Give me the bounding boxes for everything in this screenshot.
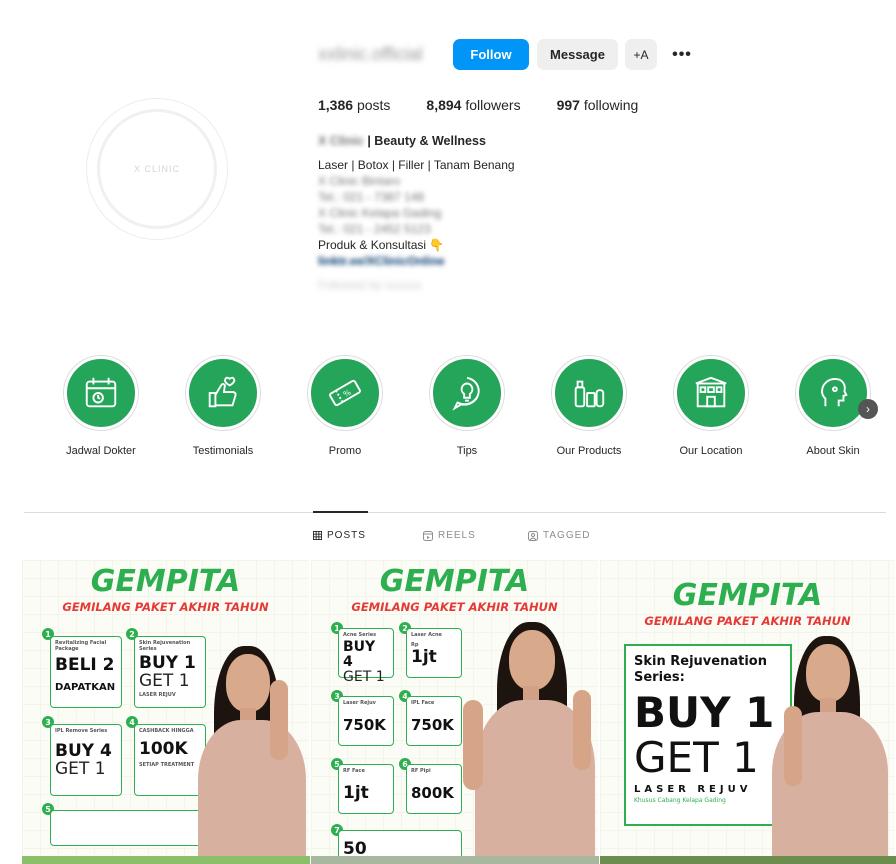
profile-stats: 1,386 posts 8,894 followers 997 followin…: [318, 97, 674, 113]
bio-services: Laser | Botox | Filler | Tanam Benang: [318, 158, 515, 172]
reels-icon: [423, 530, 433, 541]
calendar-icon: [64, 356, 138, 430]
highlight-promo[interactable]: % Promo: [290, 356, 400, 457]
promo-box: Laser Acne Rp 1jt: [406, 628, 462, 678]
promo-box: RF Pipi 800K: [406, 764, 462, 814]
post-subtitle: GEMILANG PAKET AKHIR TAHUN: [351, 600, 558, 614]
suggest-users-button[interactable]: +A: [625, 39, 657, 70]
grid-icon: [313, 531, 322, 540]
thumbs-up-icon: [186, 356, 260, 430]
more-icon: •••: [672, 45, 692, 63]
promo-box: Laser Rejuv 750K: [338, 696, 394, 746]
highlight-tips[interactable]: Tips: [412, 356, 522, 457]
tab-tagged[interactable]: TAGGED: [528, 530, 590, 541]
ticket-icon: %: [308, 356, 382, 430]
message-button[interactable]: Message: [537, 39, 618, 70]
promo-box: CASHBACK HINGGA 100K SETIAP TREATMENT: [134, 724, 206, 796]
post-title: GEMPITA: [90, 564, 241, 599]
face-icon: [796, 356, 870, 430]
add-user-icon: +A: [633, 47, 649, 62]
bio-line: Tel.: 021 - 2452 5123: [318, 222, 431, 236]
promo-box: IPL Remove Series BUY 4 GET 1: [50, 724, 122, 796]
promo-box: Skin Rejuvenation Series: BUY 1 GET 1 LA…: [624, 644, 792, 826]
tab-posts[interactable]: POSTS: [313, 530, 366, 541]
lightbulb-icon: [430, 356, 504, 430]
promo-box: [50, 810, 210, 846]
follow-button[interactable]: Follow: [453, 39, 529, 70]
tabs-divider: [24, 512, 886, 513]
highlight-our-products[interactable]: Our Products: [534, 356, 644, 457]
post-subtitle: GEMILANG PAKET AKHIR TAHUN: [644, 614, 851, 628]
bio-title: X Clinic | Beauty & Wellness: [318, 134, 486, 148]
highlight-jadwal-dokter[interactable]: Jadwal Dokter: [46, 356, 156, 457]
promo-box: Acne Series BUY 4 GET 1: [338, 628, 394, 685]
promo-box: IPL Face 750K: [406, 696, 462, 746]
post-title: GEMPITA: [672, 578, 823, 613]
post-thumbnail[interactable]: GEMPITA GEMILANG PAKET AKHIR TAHUN 1 Acn…: [311, 560, 599, 864]
promo-box: Skin Rejuvenation Series BUY 1 GET 1 LAS…: [134, 636, 206, 708]
more-options-button[interactable]: •••: [664, 39, 700, 70]
avatar-logo: X CLINIC: [97, 109, 217, 229]
username: xxlinic.official: [318, 44, 423, 64]
post-thumbnail[interactable]: GEMPITA GEMILANG PAKET AKHIR TAHUN 1 Rev…: [22, 560, 310, 864]
tag-icon: [528, 530, 538, 541]
products-icon: [552, 356, 626, 430]
active-tab-indicator: [313, 511, 368, 513]
profile-tabs: POSTS REELS TAGGED: [0, 530, 896, 546]
bio-line: X Clinic Bintaro: [318, 174, 401, 188]
building-icon: [674, 356, 748, 430]
bio-line: X Clinic Kelapa Gading: [318, 206, 442, 220]
post-title: GEMPITA: [379, 564, 530, 599]
posts-count: 1,386 posts: [318, 97, 391, 113]
post-thumbnail[interactable]: [22, 856, 310, 864]
highlight-our-location[interactable]: Our Location: [656, 356, 766, 457]
bio-cta: Produk & Konsultasi 👇: [318, 238, 445, 252]
post-thumbnail[interactable]: [600, 856, 896, 864]
following-count[interactable]: 997 following: [557, 97, 639, 113]
post-thumbnail[interactable]: [311, 856, 599, 864]
story-highlights: Jadwal Dokter Testimonials % Promo Tips: [46, 356, 896, 466]
avatar-text: X CLINIC: [133, 164, 180, 174]
followers-count[interactable]: 8,894 followers: [426, 97, 520, 113]
highlight-testimonials[interactable]: Testimonials: [168, 356, 278, 457]
post-subtitle: GEMILANG PAKET AKHIR TAHUN: [62, 600, 269, 614]
bio-link[interactable]: linktr.ee/XClinicOnline: [318, 253, 515, 269]
highlights-next-button[interactable]: ›: [858, 399, 878, 419]
profile-avatar[interactable]: X CLINIC: [86, 98, 228, 240]
tab-reels[interactable]: REELS: [423, 530, 476, 541]
bio-line: Tel.: 021 - 7387 148: [318, 190, 425, 204]
profile-bio: X Clinic | Beauty & Wellness Laser | Bot…: [318, 133, 515, 293]
promo-box: Revitalizing Facial Package BELI 2 DAPAT…: [50, 636, 122, 708]
followed-by[interactable]: Followed by xxxxxx: [318, 277, 515, 293]
chevron-right-icon: ›: [866, 402, 870, 416]
promo-box: RF Face 1jt: [338, 764, 394, 814]
